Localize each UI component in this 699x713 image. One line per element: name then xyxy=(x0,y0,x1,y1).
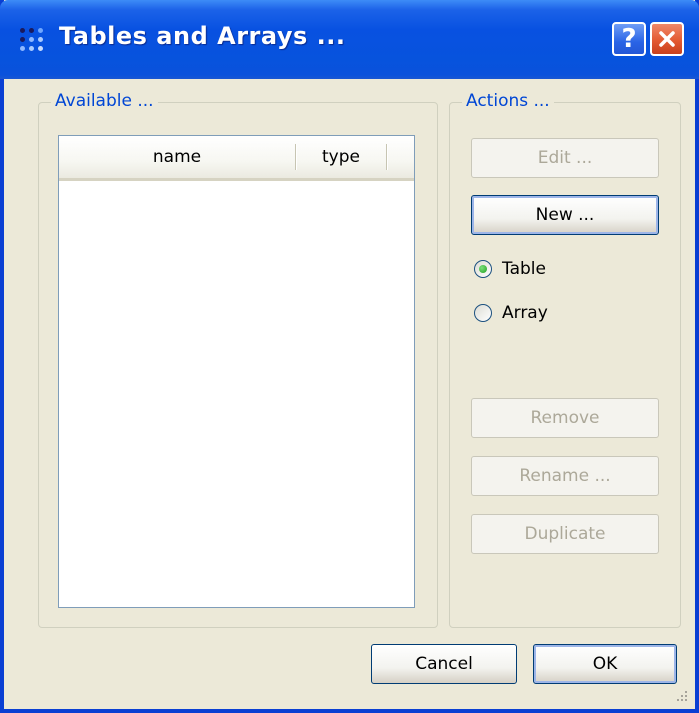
ok-button[interactable]: OK xyxy=(533,644,677,684)
duplicate-button[interactable]: Duplicate xyxy=(471,514,659,554)
available-group-label: Available ... xyxy=(51,91,158,111)
column-divider[interactable] xyxy=(386,144,387,170)
radio-table-label[interactable]: Table xyxy=(502,259,546,279)
radio-table[interactable]: Table xyxy=(474,256,546,282)
actions-group-label: Actions ... xyxy=(462,91,554,111)
rename-button[interactable]: Rename ... xyxy=(471,456,659,496)
dialog-window: Tables and Arrays ... ? Available ... na… xyxy=(0,0,699,713)
new-button[interactable]: New ... xyxy=(471,195,659,235)
radio-array-label[interactable]: Array xyxy=(502,303,548,323)
edit-button[interactable]: Edit ... xyxy=(471,138,659,178)
dots-app-icon[interactable] xyxy=(18,25,48,55)
close-button[interactable] xyxy=(650,22,684,56)
radio-table-button[interactable] xyxy=(474,260,492,278)
title-bar[interactable]: Tables and Arrays ... ? xyxy=(0,0,699,79)
cancel-button[interactable]: Cancel xyxy=(371,644,517,684)
help-button[interactable]: ? xyxy=(612,22,646,56)
column-header-type[interactable]: type xyxy=(296,136,386,178)
window-title: Tables and Arrays ... xyxy=(59,22,346,50)
radio-array[interactable]: Array xyxy=(474,300,548,326)
items-list[interactable]: name type xyxy=(58,135,415,608)
list-header: name type xyxy=(59,136,414,181)
column-header-name[interactable]: name xyxy=(59,136,295,178)
radio-selected-dot xyxy=(479,265,487,273)
help-icon: ? xyxy=(621,24,637,54)
resize-grip-icon[interactable] xyxy=(675,689,689,703)
remove-button[interactable]: Remove xyxy=(471,398,659,438)
radio-array-button[interactable] xyxy=(474,304,492,322)
close-icon xyxy=(659,31,675,47)
